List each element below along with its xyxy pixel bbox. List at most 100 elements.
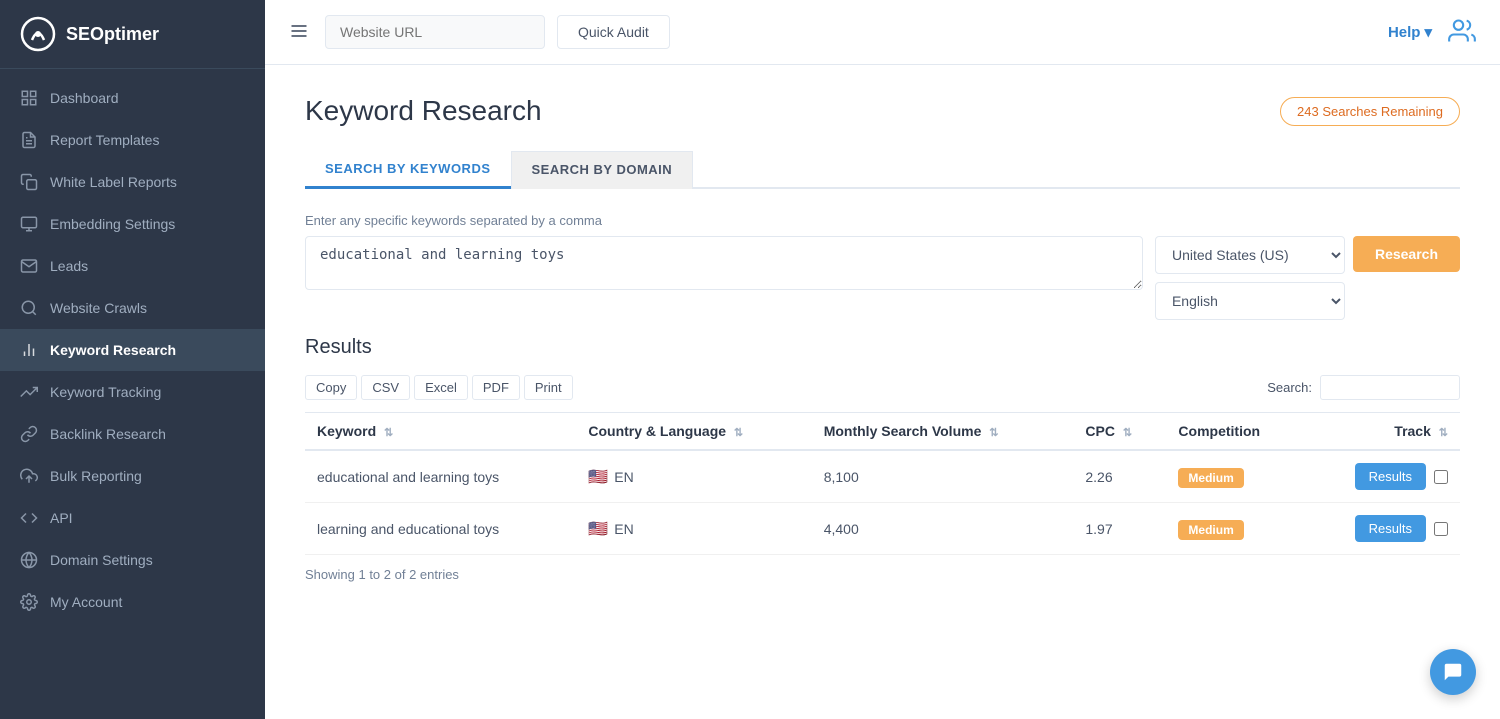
sidebar-item-label: White Label Reports xyxy=(50,174,177,190)
url-input[interactable] xyxy=(325,15,545,49)
sidebar-item-label: Leads xyxy=(50,258,88,274)
table-row: learning and educational toys 🇺🇸 EN 4,40… xyxy=(305,503,1460,555)
sidebar-item-bulk-reporting[interactable]: Bulk Reporting xyxy=(0,455,265,497)
tab-bar: SEARCH BY KEYWORDS SEARCH BY DOMAIN xyxy=(305,151,1460,189)
search-icon xyxy=(20,299,38,317)
top-controls: United States (US) United Kingdom (GB) C… xyxy=(1155,236,1460,274)
excel-button[interactable]: Excel xyxy=(414,375,468,400)
sidebar-item-label: My Account xyxy=(50,594,122,610)
users-icon xyxy=(1448,17,1476,45)
sidebar-item-leads[interactable]: Leads xyxy=(0,245,265,287)
research-button[interactable]: Research xyxy=(1353,236,1460,272)
col-monthly-search: Monthly Search Volume ⇅ xyxy=(812,413,1074,451)
table-row: educational and learning toys 🇺🇸 EN 8,10… xyxy=(305,450,1460,503)
pdf-button[interactable]: PDF xyxy=(472,375,520,400)
tab-search-by-keywords[interactable]: SEARCH BY KEYWORDS xyxy=(305,151,511,189)
sort-icon-track: ⇅ xyxy=(1439,427,1448,439)
quick-audit-button[interactable]: Quick Audit xyxy=(557,15,670,49)
keyword-search-row: educational and learning toys United Sta… xyxy=(305,236,1460,320)
form-hint: Enter any specific keywords separated by… xyxy=(305,213,1460,228)
cell-volume-2: 4,400 xyxy=(812,503,1074,555)
code-icon xyxy=(20,509,38,527)
csv-button[interactable]: CSV xyxy=(361,375,410,400)
sort-icon-keyword: ⇅ xyxy=(384,427,393,439)
file-edit-icon xyxy=(20,131,38,149)
cell-competition-2: Medium xyxy=(1166,503,1305,555)
page-title: Keyword Research xyxy=(305,95,542,127)
chat-bubble-button[interactable] xyxy=(1430,649,1476,695)
searches-remaining-badge: 243 Searches Remaining xyxy=(1280,97,1460,126)
sidebar-item-backlink-research[interactable]: Backlink Research xyxy=(0,413,265,455)
flag-icon-1: 🇺🇸 xyxy=(588,467,608,487)
sidebar-item-label: Report Templates xyxy=(50,132,159,148)
sidebar-item-dashboard[interactable]: Dashboard xyxy=(0,77,265,119)
col-competition: Competition xyxy=(1166,413,1305,451)
sidebar-item-report-templates[interactable]: Report Templates xyxy=(0,119,265,161)
app-name: SEOptimer xyxy=(66,24,159,45)
sidebar-item-label: Keyword Tracking xyxy=(50,384,161,400)
competition-badge-1: Medium xyxy=(1178,468,1243,488)
language-select[interactable]: English Spanish French German xyxy=(1155,282,1345,320)
link-icon xyxy=(20,425,38,443)
tab-search-by-domain[interactable]: SEARCH BY DOMAIN xyxy=(511,151,694,189)
col-track: Track ⇅ xyxy=(1305,413,1460,451)
sidebar-item-keyword-tracking[interactable]: Keyword Tracking xyxy=(0,371,265,413)
sidebar-item-my-account[interactable]: My Account xyxy=(0,581,265,623)
sidebar-item-label: Backlink Research xyxy=(50,426,166,442)
col-cpc: CPC ⇅ xyxy=(1073,413,1166,451)
table-search-label: Search: xyxy=(1267,380,1312,395)
grid-icon xyxy=(20,89,38,107)
track-checkbox-1[interactable] xyxy=(1434,470,1448,484)
results-table: Keyword ⇅ Country & Language ⇅ Monthly S… xyxy=(305,412,1460,555)
table-search-row: Search: xyxy=(1267,375,1460,400)
col-keyword: Keyword ⇅ xyxy=(305,413,576,451)
upload-icon xyxy=(20,467,38,485)
sidebar-item-label: Embedding Settings xyxy=(50,216,175,232)
sidebar-item-website-crawls[interactable]: Website Crawls xyxy=(0,287,265,329)
sidebar-item-api[interactable]: API xyxy=(0,497,265,539)
hamburger-icon xyxy=(289,21,309,41)
app-logo: SEOptimer xyxy=(0,0,265,69)
hamburger-button[interactable] xyxy=(285,17,313,48)
sidebar-item-white-label[interactable]: White Label Reports xyxy=(0,161,265,203)
cell-country-1: 🇺🇸 EN xyxy=(576,450,811,503)
sort-icon-cpc: ⇅ xyxy=(1123,427,1132,439)
header: Quick Audit Help ▾ xyxy=(265,0,1500,65)
sidebar-item-label: Dashboard xyxy=(50,90,119,106)
country-select[interactable]: United States (US) United Kingdom (GB) C… xyxy=(1155,236,1345,274)
cell-keyword-1: educational and learning toys xyxy=(305,450,576,503)
monitor-icon xyxy=(20,215,38,233)
keyword-input[interactable]: educational and learning toys xyxy=(305,236,1143,290)
sidebar-item-keyword-research[interactable]: Keyword Research xyxy=(0,329,265,371)
col-country-language: Country & Language ⇅ xyxy=(576,413,811,451)
table-actions: Copy CSV Excel PDF Print Search: xyxy=(305,375,1460,400)
sidebar-item-label: Keyword Research xyxy=(50,342,176,358)
results-button-1[interactable]: Results xyxy=(1355,463,1426,490)
copy-button[interactable]: Copy xyxy=(305,375,357,400)
cell-keyword-2: learning and educational toys xyxy=(305,503,576,555)
main-content: Quick Audit Help ▾ Keyword Research 243 … xyxy=(265,0,1500,719)
flag-icon-2: 🇺🇸 xyxy=(588,519,608,539)
users-button[interactable] xyxy=(1444,13,1480,52)
sidebar-nav: Dashboard Report Templates White Label R… xyxy=(0,69,265,719)
logo-icon xyxy=(20,16,56,52)
page-header: Keyword Research 243 Searches Remaining xyxy=(305,95,1460,127)
cell-track-2: Results xyxy=(1305,503,1460,555)
sidebar-item-domain-settings[interactable]: Domain Settings xyxy=(0,539,265,581)
sidebar-item-embedding[interactable]: Embedding Settings xyxy=(0,203,265,245)
track-checkbox-2[interactable] xyxy=(1434,522,1448,536)
print-button[interactable]: Print xyxy=(524,375,573,400)
cell-competition-1: Medium xyxy=(1166,450,1305,503)
table-search-input[interactable] xyxy=(1320,375,1460,400)
sort-icon-country: ⇅ xyxy=(734,427,743,439)
help-button[interactable]: Help ▾ xyxy=(1388,23,1432,41)
sidebar-item-label: Bulk Reporting xyxy=(50,468,142,484)
results-button-2[interactable]: Results xyxy=(1355,515,1426,542)
side-controls: United States (US) United Kingdom (GB) C… xyxy=(1155,236,1460,320)
competition-badge-2: Medium xyxy=(1178,520,1243,540)
chevron-down-icon: ▾ xyxy=(1424,23,1432,41)
trending-up-icon xyxy=(20,383,38,401)
copy-icon xyxy=(20,173,38,191)
globe-icon xyxy=(20,551,38,569)
cell-track-1: Results xyxy=(1305,450,1460,503)
